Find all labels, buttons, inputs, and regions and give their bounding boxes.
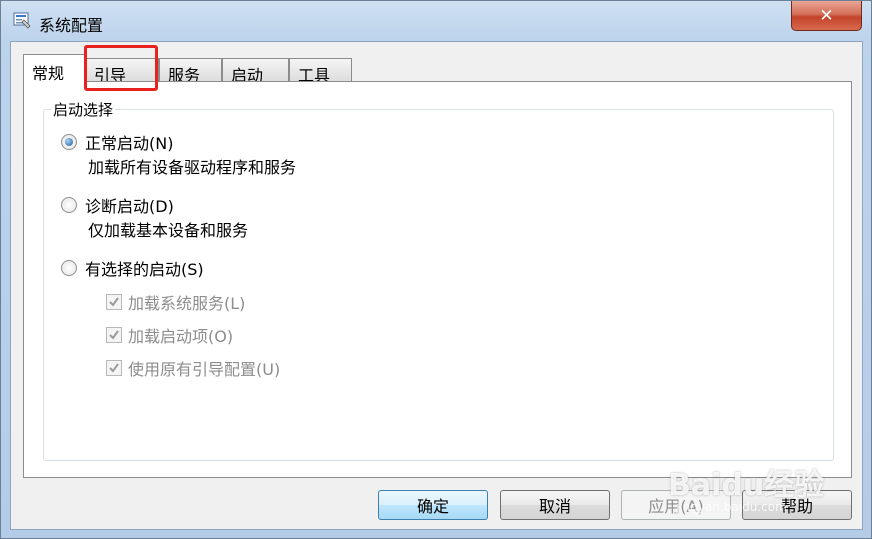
use-original-boot-config-checkbox[interactable]: 使用原有引导配置(U)	[106, 356, 280, 380]
close-button[interactable]: ✕	[791, 1, 862, 31]
tab-label: 常规	[32, 64, 65, 83]
group-legend: 启动选择	[51, 99, 116, 120]
radio-label: 正常启动(N)	[85, 134, 174, 153]
title-bar[interactable]: 系统配置 ✕	[1, 1, 871, 41]
baidu-watermark-url: jingyan.baidu.com	[676, 500, 787, 514]
normal-startup-radio[interactable]: 正常启动(N)	[61, 130, 173, 154]
tab-general[interactable]: 常规	[23, 54, 85, 84]
checkbox-label: 使用原有引导配置(U)	[128, 360, 281, 379]
red-highlight-box	[84, 45, 158, 91]
normal-startup-description: 加载所有设备驱动程序和服务	[88, 158, 297, 177]
radio-label: 诊断启动(D)	[85, 197, 174, 216]
checkmark-icon[interactable]	[106, 294, 122, 310]
checkbox-label: 加载系统服务(L)	[128, 294, 246, 313]
diagnostic-startup-radio[interactable]: 诊断启动(D)	[61, 193, 174, 217]
ok-button[interactable]: 确定	[378, 490, 488, 520]
general-tab-panel: 启动选择 正常启动(N) 加载所有设备驱动程序和服务 诊断启动(D) 仅加载基本…	[23, 81, 852, 478]
cancel-button[interactable]: 取消	[500, 490, 610, 520]
radio-unchecked-icon[interactable]	[61, 197, 77, 213]
checkmark-icon[interactable]	[106, 360, 122, 376]
diagnostic-startup-description: 仅加载基本设备和服务	[88, 221, 249, 240]
checkbox-label: 加载启动项(O)	[128, 327, 234, 346]
radio-checked-icon[interactable]	[61, 134, 77, 150]
close-icon: ✕	[819, 5, 834, 26]
msconfig-app-icon	[13, 12, 31, 29]
tab-startup[interactable]: 启动	[222, 58, 289, 85]
baidu-watermark: Baidu经验	[668, 468, 825, 503]
tab-services[interactable]: 服务	[159, 58, 222, 85]
load-system-services-checkbox[interactable]: 加载系统服务(L)	[106, 290, 245, 314]
window-title: 系统配置	[39, 16, 104, 35]
load-startup-items-checkbox[interactable]: 加载启动项(O)	[106, 323, 233, 347]
dialog-content: 常规 引导 服务 启动 工具 启动选择 正常启动(N) 加载所有设备驱动程序和服…	[10, 41, 863, 530]
checkmark-icon[interactable]	[106, 327, 122, 343]
selective-startup-radio[interactable]: 有选择的启动(S)	[61, 256, 204, 280]
radio-unchecked-icon[interactable]	[61, 260, 77, 276]
tab-tools[interactable]: 工具	[289, 58, 352, 85]
radio-label: 有选择的启动(S)	[85, 260, 204, 279]
